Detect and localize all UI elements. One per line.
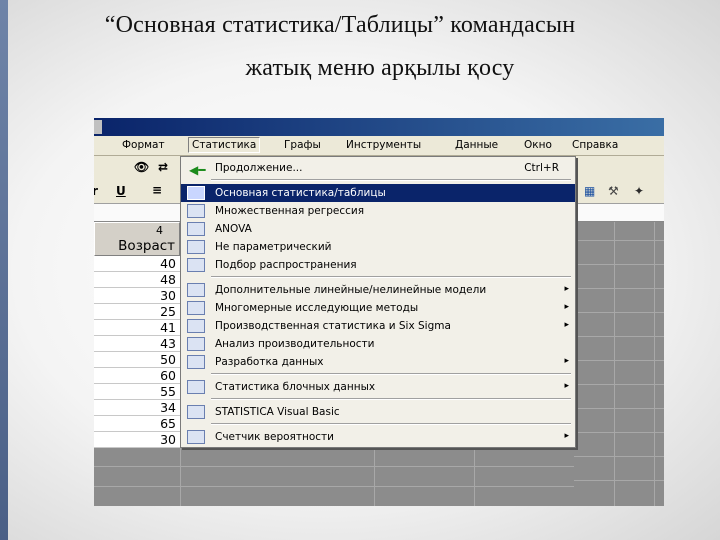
menu-window[interactable]: Окно <box>524 139 552 151</box>
menu-graphs[interactable]: Графы <box>284 139 321 151</box>
basic-stats-icon <box>187 186 205 200</box>
binoculars-icon[interactable]: 👁 <box>134 160 149 174</box>
submenu-arrow-icon: ▸ <box>564 320 569 330</box>
menu-item-power-analysis[interactable]: Анализ производительности <box>181 335 575 353</box>
menu-item-distribution-fitting[interactable]: Подбор распространения <box>181 256 575 274</box>
menu-item-label: Разработка данных <box>215 356 324 368</box>
menu-item-anova[interactable]: ANOVA <box>181 220 575 238</box>
menu-tools[interactable]: Инструменты <box>346 139 421 151</box>
menu-item-multiple-regression[interactable]: Множественная регрессия <box>181 202 575 220</box>
network-icon[interactable]: ✦ <box>634 184 644 198</box>
menu-item-label: Продолжение... <box>215 162 303 174</box>
menu-statistics[interactable]: Статистика <box>188 137 261 153</box>
menu-item-label: ANOVA <box>215 223 252 235</box>
menu-item-label: Не параметрический <box>215 241 332 253</box>
replace-icon[interactable]: ⇄ <box>158 160 168 174</box>
toolbar-leftmost[interactable]: r <box>94 184 98 198</box>
table-cell[interactable]: 43 <box>94 336 180 352</box>
green-arrow-icon: ◀━ <box>189 163 206 177</box>
menu-item-label: Дополнительные линейные/нелинейные модел… <box>215 284 487 296</box>
spreadsheet-grid-bottom <box>94 448 574 506</box>
table-cell[interactable]: 25 <box>94 304 180 320</box>
statistics-dropdown-menu: ◀━ Продолжение... Ctrl+R Основная статис… <box>180 156 576 448</box>
multivariate-icon <box>187 301 205 315</box>
submenu-arrow-icon: ▸ <box>564 431 569 441</box>
slide-accent-stripe <box>0 0 8 540</box>
table-cell[interactable]: 48 <box>94 272 180 288</box>
menu-format[interactable]: Формат <box>122 139 165 151</box>
block-data-icon <box>187 380 205 394</box>
table-cell[interactable]: 34 <box>94 400 180 416</box>
table-cell[interactable]: 50 <box>94 352 180 368</box>
column-number: 4 <box>156 224 163 237</box>
window-titlebar <box>94 118 664 136</box>
menu-item-visual-basic[interactable]: STATISTICA Visual Basic <box>181 403 575 421</box>
table-cell[interactable]: 30 <box>94 432 180 448</box>
column-values: 40 48 30 25 41 43 50 60 55 34 65 30 <box>94 256 180 448</box>
menu-item-label: Анализ производительности <box>215 338 375 350</box>
menu-item-label: Статистика блочных данных <box>215 381 376 393</box>
visual-basic-icon <box>187 405 205 419</box>
table-cell[interactable]: 65 <box>94 416 180 432</box>
window-control[interactable] <box>94 120 102 134</box>
table-cell[interactable]: 55 <box>94 384 180 400</box>
menu-item-advanced-models[interactable]: Дополнительные линейные/нелинейные модел… <box>181 281 575 299</box>
menu-item-label: Основная статистика/таблицы <box>215 187 386 199</box>
power-analysis-icon <box>187 337 205 351</box>
submenu-arrow-icon: ▸ <box>564 284 569 294</box>
menu-item-basic-statistics[interactable]: Основная статистика/таблицы <box>181 184 575 202</box>
submenu-arrow-icon: ▸ <box>564 381 569 391</box>
underline-icon[interactable]: U <box>116 184 126 198</box>
six-sigma-icon <box>187 319 205 333</box>
slide-caption-line2: жатық меню арқылы қосу <box>245 55 515 81</box>
align-icon[interactable]: ≡ <box>152 183 162 197</box>
nonparametric-icon <box>187 240 205 254</box>
table-cell[interactable]: 30 <box>94 288 180 304</box>
menu-item-label: Подбор распространения <box>215 259 357 271</box>
menu-item-six-sigma[interactable]: Производственная статистика и Six Sigma … <box>181 317 575 335</box>
table-cell[interactable]: 41 <box>94 320 180 336</box>
menu-help[interactable]: Справка <box>572 139 618 151</box>
menu-item-resume[interactable]: ◀━ Продолжение... Ctrl+R <box>181 159 575 177</box>
regression-icon <box>187 204 205 218</box>
anova-icon <box>187 222 205 236</box>
menu-item-data-mining[interactable]: Разработка данных ▸ <box>181 353 575 371</box>
spreadsheet-grid-right <box>574 222 664 506</box>
chart-icon[interactable]: ▦ <box>584 184 595 198</box>
menu-item-label: Множественная регрессия <box>215 205 365 217</box>
menu-data[interactable]: Данные <box>455 139 498 151</box>
menu-item-shortcut: Ctrl+R <box>524 162 559 174</box>
table-cell[interactable]: 60 <box>94 368 180 384</box>
menu-item-label: Производственная статистика и Six Sigma <box>215 320 451 332</box>
tools-icon[interactable]: ⚒ <box>608 184 619 198</box>
submenu-arrow-icon: ▸ <box>564 356 569 366</box>
menu-item-nonparametric[interactable]: Не параметрический <box>181 238 575 256</box>
menu-item-probability-calculator[interactable]: Счетчик вероятности ▸ <box>181 428 575 446</box>
column-name: Возраст <box>118 238 175 254</box>
submenu-arrow-icon: ▸ <box>564 302 569 312</box>
menu-item-block-data[interactable]: Статистика блочных данных ▸ <box>181 378 575 396</box>
menu-bar: Формат Статистика Графы Инструменты Данн… <box>94 136 664 156</box>
menu-item-multivariate[interactable]: Многомерные исследующие методы ▸ <box>181 299 575 317</box>
distribution-fit-icon <box>187 258 205 272</box>
menu-item-label: STATISTICA Visual Basic <box>215 406 340 418</box>
menu-item-label: Многомерные исследующие методы <box>215 302 419 314</box>
table-cell[interactable]: 40 <box>94 256 180 272</box>
menu-item-label: Счетчик вероятности <box>215 431 334 443</box>
data-mining-icon <box>187 355 205 369</box>
slide-caption-line1: “Основная статистика/Таблицы” командасын <box>104 12 576 38</box>
linear-models-icon <box>187 283 205 297</box>
statistica-screenshot: Формат Статистика Графы Инструменты Данн… <box>94 118 664 506</box>
column-header[interactable]: 4 Возраст <box>94 222 180 256</box>
probability-calculator-icon <box>187 430 205 444</box>
